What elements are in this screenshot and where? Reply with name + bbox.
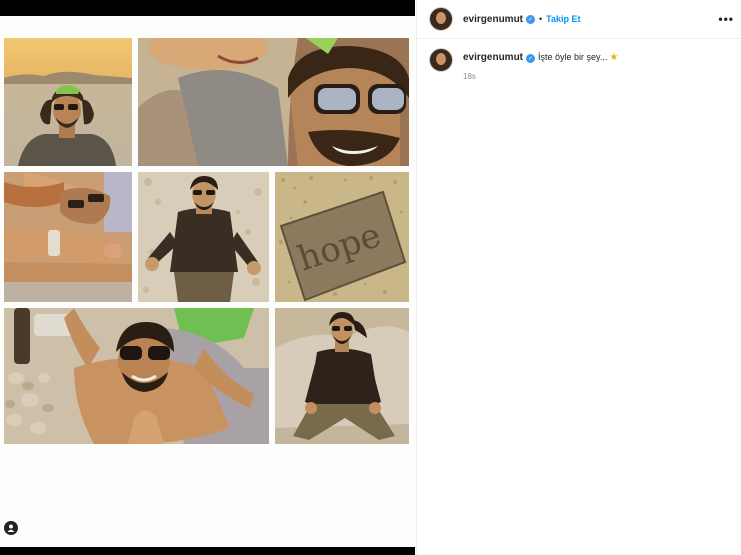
caption-text: evirgenumut ✓ İşte öyle bir şey... ★ <box>463 52 618 63</box>
media-bottom-bar <box>0 547 415 555</box>
collage-photo-lying <box>4 308 269 444</box>
caption-row: evirgenumut ✓ İşte öyle bir şey... ★ <box>417 46 741 72</box>
photo-collage: hope <box>0 16 415 547</box>
caption-username[interactable]: evirgenumut <box>463 52 523 63</box>
user-tag-icon[interactable] <box>4 521 18 535</box>
separator-dot: • <box>539 14 543 24</box>
collage-photo-hope-stone: hope <box>275 172 409 302</box>
collage-photo-seated <box>275 308 409 444</box>
collage-photo-sunset <box>4 38 132 166</box>
more-options-icon[interactable]: ••• <box>718 12 734 26</box>
post-username[interactable]: evirgenumut <box>463 14 523 25</box>
follow-button[interactable]: Takip Et <box>546 14 580 24</box>
collage-photo-selfie <box>138 38 409 166</box>
media-top-bar <box>0 0 415 16</box>
collage-photo-sitting <box>138 172 269 302</box>
verified-badge-icon: ✓ <box>526 54 536 63</box>
post-side-panel: evirgenumut ✓ • Takip Et ••• evirgenumut… <box>416 0 741 555</box>
verified-badge-icon: ✓ <box>526 14 536 24</box>
post-timestamp[interactable]: 18s <box>463 72 476 81</box>
avatar[interactable] <box>429 48 453 72</box>
post-media[interactable]: hope <box>0 16 415 547</box>
star-emoji-icon: ★ <box>609 52 619 63</box>
post-header: evirgenumut ✓ • Takip Et ••• <box>417 0 741 39</box>
avatar[interactable] <box>429 7 453 31</box>
caption-body: İşte öyle bir şey... <box>538 52 608 62</box>
collage-photo-hands <box>4 172 132 302</box>
